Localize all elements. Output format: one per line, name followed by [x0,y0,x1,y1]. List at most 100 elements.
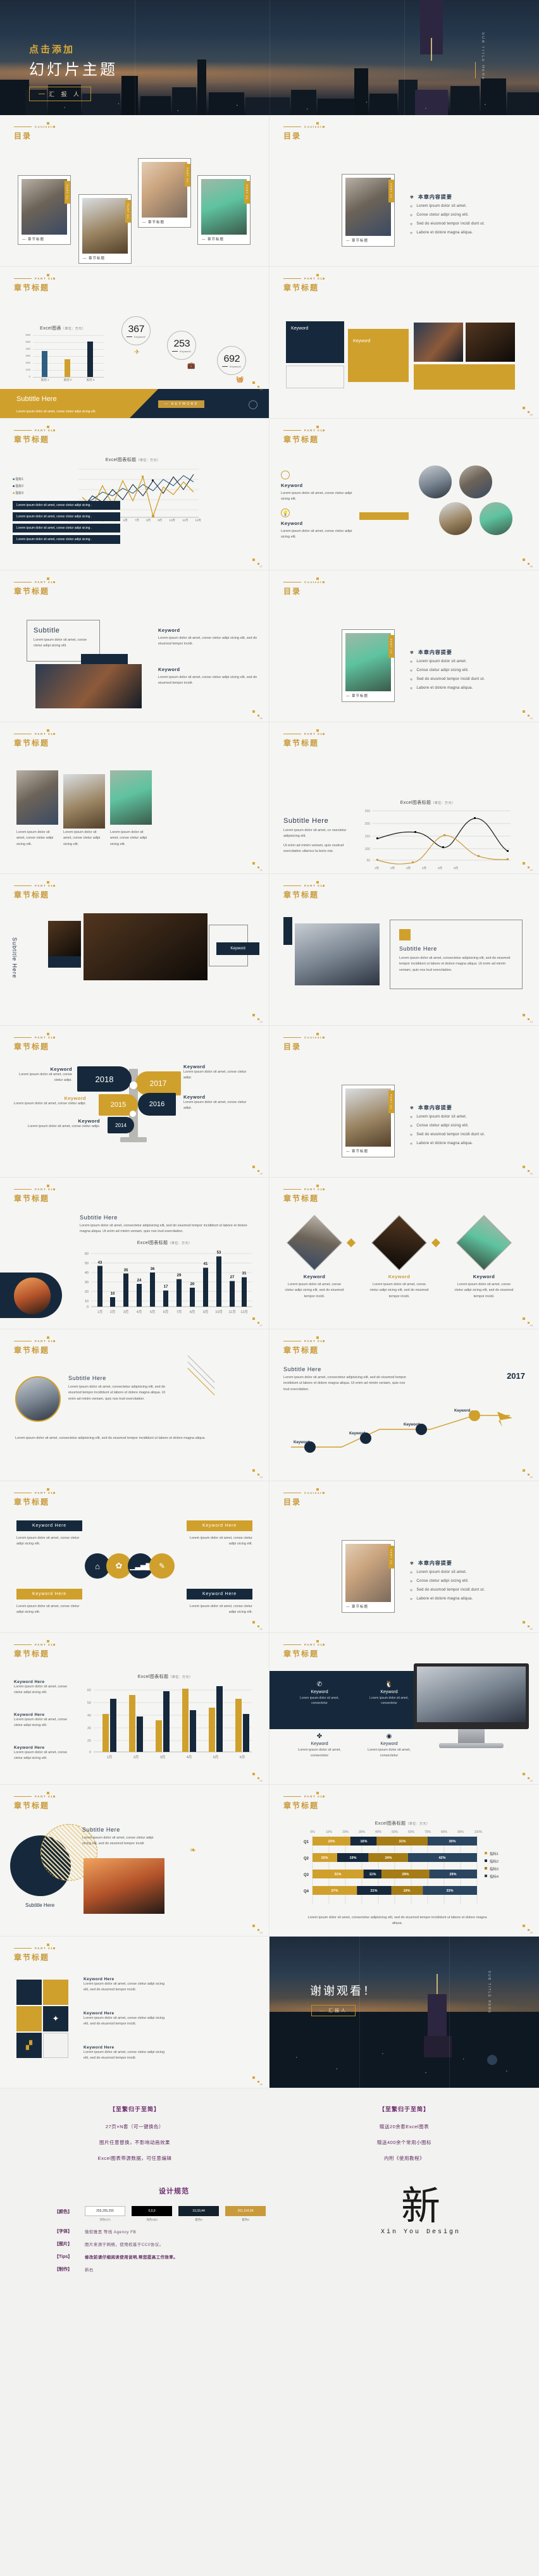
summary-block: ✾ 本章内容提要 ✾ Lorem ipsum dolor sit amet. ✾ C… [410,649,524,691]
contents-card[interactable]: — 章节标题 PART 01 [138,158,191,228]
svg-text:90%: 90% [457,1830,464,1834]
keyword-box[interactable]: Keyword Here [187,1589,252,1599]
slide-bar-stats[interactable]: PART 01 章节标题 Excel图表（单位：万元） 600 500 400 … [0,267,270,419]
svg-text:11月: 11月 [228,1310,235,1314]
bullet-icon: ✾ [410,1142,413,1146]
slide-smooth-line[interactable]: PART 01 章节标题 Subtitle Here Lorem ipsum d… [270,722,539,874]
slide-donut-photo[interactable]: PART 01 章节标题 Subtitle Here Lorem ipsum d… [0,1785,270,1937]
slide-navy-block[interactable]: PART 01 章节标题 Subtitle Here Lorem ipsum d… [270,874,539,1026]
svg-text:20: 20 [87,1739,91,1743]
section-cn: 章节标题 [283,435,319,444]
slide-stacked-bar[interactable]: PART 01 章节标题 Excel图表标题（单位：万元） 0% 10% 20% 3… [270,1785,539,1937]
flower-bullet-icon: ✾ [410,195,414,200]
slide-section-intro[interactable]: Contents 目录 — 章节标题 PART 01 ✾ 本章内容提要 ✾ Lor… [270,115,539,267]
keyword-box[interactable]: Keyword Here [187,1520,252,1531]
section-card[interactable]: — 章节标题 PART 01 [342,1085,395,1157]
slide-line-chart[interactable]: PART 01 章节标题 Excel图表标题（单位：万元） 6月 7月 8月 9… [0,419,270,570]
svg-text:24: 24 [137,1279,142,1283]
summary-title: ✾ 本章内容提要 [410,1105,452,1111]
keyword-box[interactable]: Keyword Here [16,1589,82,1599]
slide-grid-blocks[interactable]: PART 01 章节标题 ✦ ▞ Keyword Here Lorem ipsu… [0,1937,270,2088]
section-card[interactable]: — 章节标题 PART 01 [342,629,395,702]
svg-text:31%: 31% [334,1873,341,1877]
info-line: 27页×N套（可一键换色） [105,2124,164,2129]
square-accent-icon [316,577,319,580]
section-en: Contents [304,581,325,584]
section-en: PART 01 [304,1643,323,1646]
feature-item: 🐧 Keyword Lorem ipsum dolor sit amet, co… [362,1681,416,1706]
info-line: 内附《使用教程》 [384,2155,424,2161]
slide-section-intro-3[interactable]: Contents 目录 — 章节标题 PART 01 ✾ 本章内容提要 ✾ Lor… [270,1026,539,1178]
keyword-chip[interactable]: — KEYWORD [158,400,205,408]
slide-bar-labeled[interactable]: PART 01 章节标题 Subtitle Here Lorem ipsum d… [0,1178,270,1329]
slide-subtitle-photo[interactable]: PART 01 章节标题 Subtitle Lorem ipsum dolor … [0,570,270,722]
reporter-badge[interactable]: 汇报人 [311,2005,356,2016]
diagonal-lines-icon [182,1355,220,1396]
summary-bullets: ✾ Lorem ipsum dolor sit amet. ✾ Conse ctet… [410,1115,524,1147]
slide-road-timeline[interactable]: PART 01 章节标题 Subtitle Here Lorem ipsum d… [270,1329,539,1481]
slide-diamond-trio[interactable]: PART 01 章节标题 Keyword Lorem ipsum dolor s… [270,1178,539,1329]
square-accent-icon [323,278,325,280]
keyword-text: Lorem ipsum dolor sit amet, conse ctetur… [158,675,257,686]
slide-grouped-bar[interactable]: PART 01 章节标题 Keyword Here Lorem ipsum do… [0,1633,270,1785]
part-tab: PART 01 [185,164,190,187]
square-accent-icon [316,122,319,125]
svg-text:17: 17 [164,1285,168,1289]
card-navy[interactable]: Keyword [286,321,344,363]
keyword-box-text: Lorem ipsum dolor sit amet, conse ctetur… [16,1605,80,1615]
contents-card[interactable]: — 章节标题 PART 01 [78,194,132,264]
keyword-box[interactable]: Keyword Here [16,1520,82,1531]
contents-card[interactable]: — 章节标题 PART 01 [197,175,251,245]
slide-big-photo[interactable]: PART 01 章节标题 Subtitle Here Keyword 13 [0,874,270,1026]
pencil-icon[interactable]: ✎ [149,1553,175,1579]
flower-bullet-icon: ✾ [410,650,414,655]
list-item: ✾ Labore et dolore magna aliqua. [410,686,473,691]
spec-value: 图片来源于网络，使用权基于CC0协议。 [85,2243,164,2247]
slide-contents[interactable]: Contents 目录 — 章节标题 PART 01 — 章节标题 PART 0… [0,115,270,267]
bullet-icon: ✾ [410,231,413,235]
square-accent-icon [323,581,325,583]
square-accent-icon [47,881,49,884]
slide-dark-imac[interactable]: PART 01 章节标题 ✆ Keyword Lorem ipsum dolor… [270,1633,539,1785]
card-gold-wide[interactable] [414,364,515,390]
svg-text:100%: 100% [474,1830,483,1834]
contents-card[interactable]: — 章节标题 PART 01 [18,175,71,245]
slide-icon-circles[interactable]: PART 01 章节标题 Keyword Here Lorem ipsum do… [0,1481,270,1633]
bullet-icon: ✾ [410,678,413,682]
vertical-accent-bar [475,62,476,78]
road-label: Keyword [404,1423,420,1427]
photo [63,774,105,829]
section-en: PART 01 [304,1188,323,1191]
slide-section-intro-2[interactable]: Contents 目录 — 章节标题 PART 01 ✾ 本章内容提要 ✾ Lor… [270,570,539,722]
square-accent-icon [316,1336,319,1339]
section-card[interactable]: — 章节标题 PART 01 [342,174,395,247]
square-accent-icon [323,1037,325,1038]
card-gold[interactable]: Keyword [348,329,409,382]
section-en: PART 01 [35,884,54,887]
section-card[interactable]: — 章节标题 PART 01 [342,1540,395,1613]
slide-circles[interactable]: PART 01 章节标题 Keyword Lorem ipsum dolor s… [270,419,539,570]
bullet-icon: ✾ [410,687,413,691]
slide-thanks[interactable]: 谢谢观看！ 汇报人 SUB TITLE HERE [270,1937,539,2088]
square-accent-icon [323,1644,325,1646]
svg-text:7月: 7月 [177,1310,182,1314]
card-caption: — 章节标题 [346,1605,369,1609]
spec-key: 【制作】 [54,2267,72,2272]
info-column-left: 【至繁归于至简】 27页×N套（可一键换色） 图片任意替换，不影响动画效果 Ex… [0,2105,270,2171]
slide-gold-navy-cards[interactable]: PART 01 章节标题 Keyword Keyword 06 [270,267,539,419]
stacked-bar-svg: 0% 10% 20% 30% 40% 50% 60% 70% 80% 90% 100% Q1 Q… [304,1830,499,1904]
photo-caption: Lorem ipsum dolor sit amet, conse ctetur… [16,830,54,846]
svg-text:Q3: Q3 [304,1873,309,1877]
card-caption: — 章节标题 [346,239,369,243]
diamond-label: Keyword Lorem ipsum dolor sit amet, cons… [285,1274,344,1298]
list-item: ✾ Lorem ipsum dolor sit amet. [410,204,467,209]
reporter-badge[interactable]: 汇 报 人 [29,87,92,101]
slide-photo-trio[interactable]: PART 01 章节标题 Lorem ipsum dolor sit amet,… [0,722,270,874]
svg-text:36: 36 [151,1267,155,1271]
slide-section-intro-4[interactable]: Contents 目录 — 章节标题 PART 01 ✾ 本章内容提要 ✾ Lor… [270,1481,539,1633]
keyword-tag[interactable]: Keyword [216,942,259,955]
photo [295,923,380,985]
slide-circle-photo[interactable]: PART 01 章节标题 Subtitle Here Lorem ipsum d… [0,1329,270,1481]
slide-timeline[interactable]: PART 01 章节标题 2018 2017 2015 2016 2014 Ke… [0,1026,270,1178]
square-accent-icon [47,1336,49,1339]
